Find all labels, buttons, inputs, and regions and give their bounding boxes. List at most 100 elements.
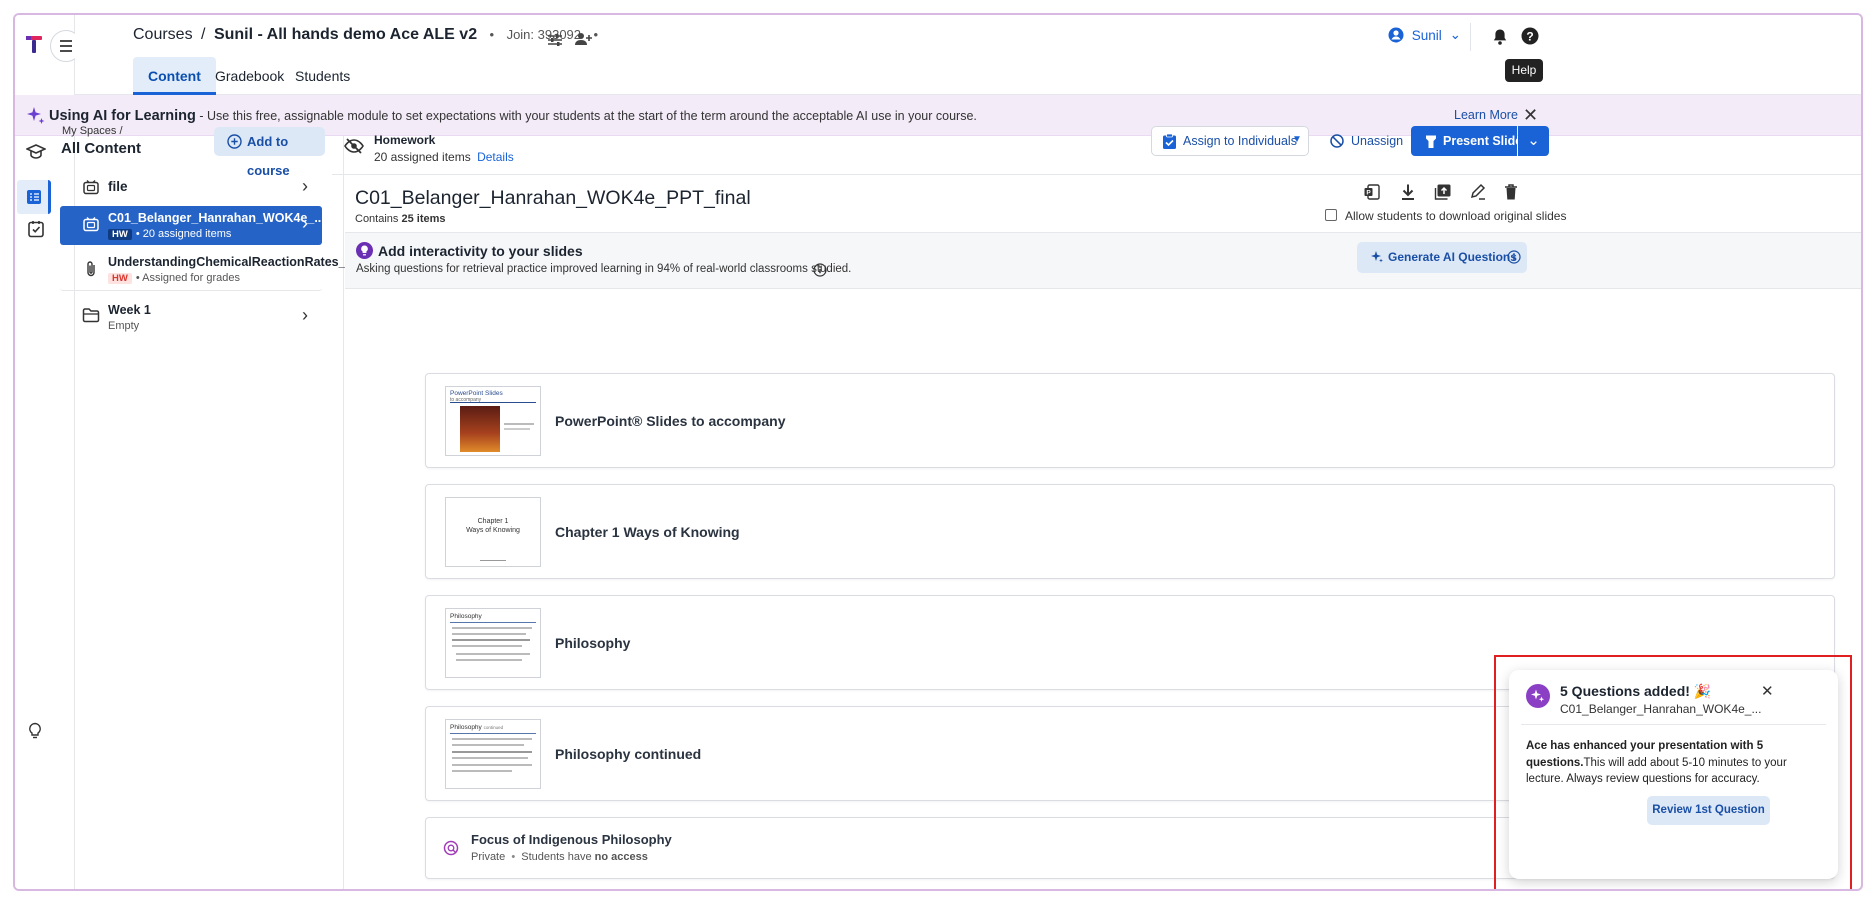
thumb-title: Philosophy bbox=[450, 613, 482, 620]
course-name[interactable]: Sunil - All hands demo Ace ALE v2 bbox=[214, 26, 477, 43]
thumb-title-text: Philosophy bbox=[450, 724, 482, 731]
hw-badge: HW bbox=[108, 229, 132, 240]
contains-count: 25 items bbox=[401, 213, 446, 225]
sidebar-item-title: file bbox=[108, 179, 128, 194]
toast-title: 5 Questions added! 🎉 bbox=[1560, 683, 1711, 700]
generate-ai-questions-button[interactable]: Generate AI Questions bbox=[1357, 242, 1527, 273]
sidebar-item-file[interactable]: file › bbox=[60, 168, 322, 208]
assign-label: Assign to Individuals bbox=[1183, 134, 1297, 148]
close-icon[interactable]: ✕ bbox=[1761, 682, 1774, 700]
user-avatar-icon bbox=[1388, 27, 1404, 43]
thumb-text-line bbox=[452, 764, 532, 766]
details-link[interactable]: Details bbox=[477, 150, 514, 164]
thumb-text-line bbox=[452, 738, 532, 740]
sparkle-icon bbox=[1370, 250, 1384, 264]
lightbulb-icon[interactable] bbox=[28, 722, 42, 740]
contains-prefix: Contains bbox=[355, 213, 402, 225]
assign-to-individuals-button[interactable]: Assign to Individuals ▼ bbox=[1151, 126, 1309, 156]
caret-down-icon: ▼ bbox=[1292, 134, 1302, 145]
sidebar-title: All Content bbox=[61, 140, 141, 157]
thumb-text-line bbox=[452, 744, 524, 746]
breadcrumb: Courses / Sunil - All hands demo Ace ALE… bbox=[133, 26, 606, 44]
thumb-text-line bbox=[452, 751, 532, 753]
toast-title-text: 5 Questions added! bbox=[1560, 683, 1690, 699]
sidebar-item-week-1[interactable]: Week 1 Empty › bbox=[60, 295, 322, 339]
user-menu[interactable]: Sunil ⌄ bbox=[1388, 27, 1461, 49]
chevron-right-icon: › bbox=[302, 305, 308, 325]
delete-trash-icon[interactable] bbox=[1504, 183, 1518, 201]
slide-thumbnail: Philosophy bbox=[445, 608, 541, 678]
add-to-course-button[interactable]: Add to course bbox=[214, 127, 325, 178]
allow-download-checkbox[interactable] bbox=[1325, 209, 1337, 221]
unassign-label: Unassign bbox=[1351, 134, 1404, 148]
export-pptx-icon[interactable]: P bbox=[1363, 183, 1381, 201]
students-access-label: Students have bbox=[521, 851, 592, 863]
thumb-text-line bbox=[452, 627, 532, 629]
dot-separator: • bbox=[593, 27, 599, 42]
info-icon[interactable] bbox=[813, 263, 827, 277]
slide-thumbnail: PowerPoint Slides to accompany bbox=[445, 386, 541, 456]
sidebar-item-subtitle: • Assigned for grades bbox=[135, 272, 240, 284]
sidebar-item-c01-deck[interactable]: C01_Belanger_Hanrahan_WOK4e_... HW • 20 a… bbox=[60, 206, 325, 245]
settings-sliders-icon[interactable] bbox=[547, 33, 563, 47]
review-first-question-button[interactable]: Review 1st Question bbox=[1647, 796, 1770, 825]
deck-contains: Contains 25 items bbox=[355, 213, 446, 225]
lightbulb-badge-icon bbox=[356, 242, 373, 259]
present-slides-button[interactable]: Present Slides bbox=[1411, 126, 1529, 156]
manage-users-icon[interactable] bbox=[573, 32, 593, 46]
questions-added-toast: 5 Questions added! 🎉 C01_Belanger_Hanrah… bbox=[1509, 670, 1838, 879]
slide-card[interactable]: PowerPoint Slides to accompany PowerPoin… bbox=[425, 373, 1835, 468]
thumb-text-line bbox=[452, 645, 522, 647]
upload-slides-icon[interactable] bbox=[1434, 183, 1452, 201]
toast-subtitle: C01_Belanger_Hanrahan_WOK4e_... bbox=[1560, 702, 1762, 716]
present-label: Present Slides bbox=[1443, 134, 1530, 148]
help-tooltip: Help bbox=[1505, 59, 1543, 82]
thumb-text-line bbox=[456, 659, 522, 661]
slide-thumbnail: Chapter 1 Ways of Knowing bbox=[445, 497, 541, 567]
sidebar-item-subtitle: Empty bbox=[108, 320, 140, 332]
deck-actions: P bbox=[1363, 183, 1545, 203]
notifications-bell-icon[interactable] bbox=[1492, 28, 1508, 46]
help-icon[interactable]: ? bbox=[1521, 27, 1539, 45]
sidebar-item-title: C01_Belanger_Hanrahan_WOK4e_... bbox=[108, 211, 325, 225]
chevron-down-icon: ⌄ bbox=[1527, 132, 1540, 149]
nav-content-list[interactable] bbox=[17, 180, 51, 214]
sidebar-item-chemical-reaction[interactable]: UnderstandingChemicalReactionRates_... H… bbox=[60, 247, 356, 291]
join-code: Join: 393092 bbox=[506, 27, 582, 42]
breadcrumb-courses[interactable]: Courses bbox=[133, 26, 193, 43]
meta-separator: • bbox=[511, 851, 516, 863]
thumb-text-line bbox=[452, 757, 528, 759]
hw-badge: HW bbox=[108, 273, 132, 284]
edit-pencil-icon[interactable] bbox=[1469, 183, 1487, 201]
mortarboard-icon[interactable] bbox=[26, 143, 46, 161]
sidebar-item-meta: HW • Assigned for grades bbox=[108, 272, 240, 284]
interactivity-panel: Add interactivity to your slides Asking … bbox=[345, 232, 1861, 289]
toast-divider bbox=[1521, 724, 1826, 725]
tab-students[interactable]: Students bbox=[280, 57, 365, 95]
slide-title: Chapter 1 Ways of Knowing bbox=[555, 524, 740, 540]
assigned-summary: 20 assigned items Details bbox=[374, 150, 514, 164]
question-meta: Private • Students have no access bbox=[471, 851, 648, 863]
assignment-check-icon[interactable] bbox=[27, 220, 45, 238]
slide-card[interactable]: Chapter 1 Ways of Knowing Chapter 1 Ways… bbox=[425, 484, 1835, 579]
question-icon bbox=[443, 840, 459, 856]
download-icon[interactable] bbox=[1400, 183, 1416, 201]
user-name: Sunil bbox=[1411, 27, 1442, 43]
eye-off-icon[interactable] bbox=[344, 138, 364, 154]
thumb-subtitle: continued bbox=[483, 725, 504, 730]
banner-title: Using AI for Learning bbox=[49, 108, 196, 124]
present-options-button[interactable]: ⌄ bbox=[1518, 126, 1549, 156]
thumb-text-line bbox=[452, 770, 512, 772]
chevron-right-icon: › bbox=[302, 176, 308, 196]
dot-separator: • bbox=[489, 27, 495, 42]
breadcrumb-separator: / bbox=[201, 26, 206, 43]
thumb-text-line bbox=[452, 639, 530, 641]
sidebar-breadcrumb[interactable]: My Spaces / bbox=[62, 125, 123, 137]
book-cover-image bbox=[460, 406, 500, 452]
allow-download-row[interactable]: Allow students to download original slid… bbox=[1325, 209, 1566, 223]
thumb-text-line bbox=[504, 428, 530, 430]
svg-text:?: ? bbox=[1526, 29, 1533, 43]
brand-logo bbox=[25, 33, 43, 55]
interactivity-text: Asking questions for retrieval practice … bbox=[356, 263, 852, 275]
unassign-button[interactable]: Unassign bbox=[1330, 126, 1403, 156]
